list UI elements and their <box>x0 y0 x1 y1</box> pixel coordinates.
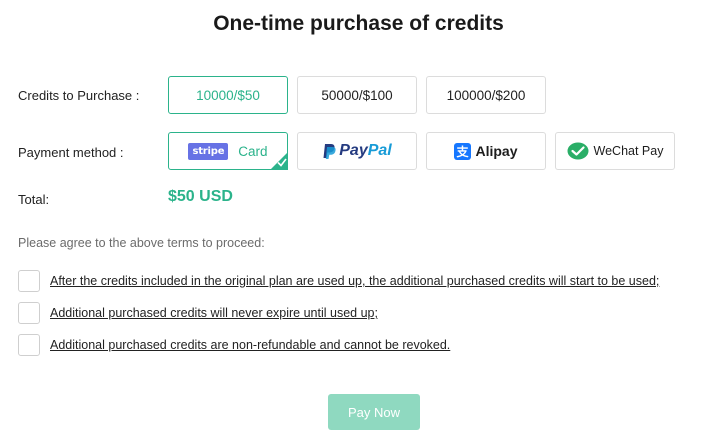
svg-text:支: 支 <box>456 144 470 159</box>
paypal-logo-icon: Pay Pal <box>322 142 392 160</box>
payment-option-alipay[interactable]: 支 Alipay <box>426 132 546 170</box>
term-checkbox-1[interactable] <box>18 270 40 292</box>
term-item: Additional purchased credits will never … <box>18 302 378 324</box>
payment-option-paypal[interactable]: Pay Pal <box>297 132 417 170</box>
term-item: After the credits included in the origin… <box>18 270 659 292</box>
pay-now-button[interactable]: Pay Now <box>328 394 420 430</box>
term-text-3[interactable]: Additional purchased credits are non-ref… <box>50 338 450 352</box>
term-checkbox-3[interactable] <box>18 334 40 356</box>
wechat-label: WeChat Pay <box>593 144 664 158</box>
payment-option-wechat[interactable]: WeChat Pay <box>555 132 675 170</box>
selected-check-icon <box>270 152 288 170</box>
credits-label: Credits to Purchase : <box>18 88 140 103</box>
terms-prompt: Please agree to the above terms to proce… <box>18 236 265 250</box>
term-text-1[interactable]: After the credits included in the origin… <box>50 274 659 288</box>
total-value: $50 USD <box>168 188 233 205</box>
payment-option-card[interactable]: stripe Card <box>168 132 288 170</box>
alipay-logo-icon: 支 <box>454 142 472 160</box>
card-label: Card <box>238 143 268 159</box>
credit-option-50000[interactable]: 50000/$100 <box>297 76 417 114</box>
page-title: One-time purchase of credits <box>213 12 504 35</box>
term-checkbox-2[interactable] <box>18 302 40 324</box>
credit-option-10000[interactable]: 10000/$50 <box>168 76 288 114</box>
total-label: Total: <box>18 192 50 207</box>
alipay-label: Alipay <box>475 143 518 159</box>
term-item: Additional purchased credits are non-ref… <box>18 334 450 356</box>
term-text-2[interactable]: Additional purchased credits will never … <box>50 306 378 320</box>
payment-method-label: Payment method : <box>18 145 124 160</box>
wechat-logo-icon <box>567 142 589 160</box>
stripe-logo-icon: stripe <box>188 142 229 160</box>
credit-option-100000[interactable]: 100000/$200 <box>426 76 546 114</box>
